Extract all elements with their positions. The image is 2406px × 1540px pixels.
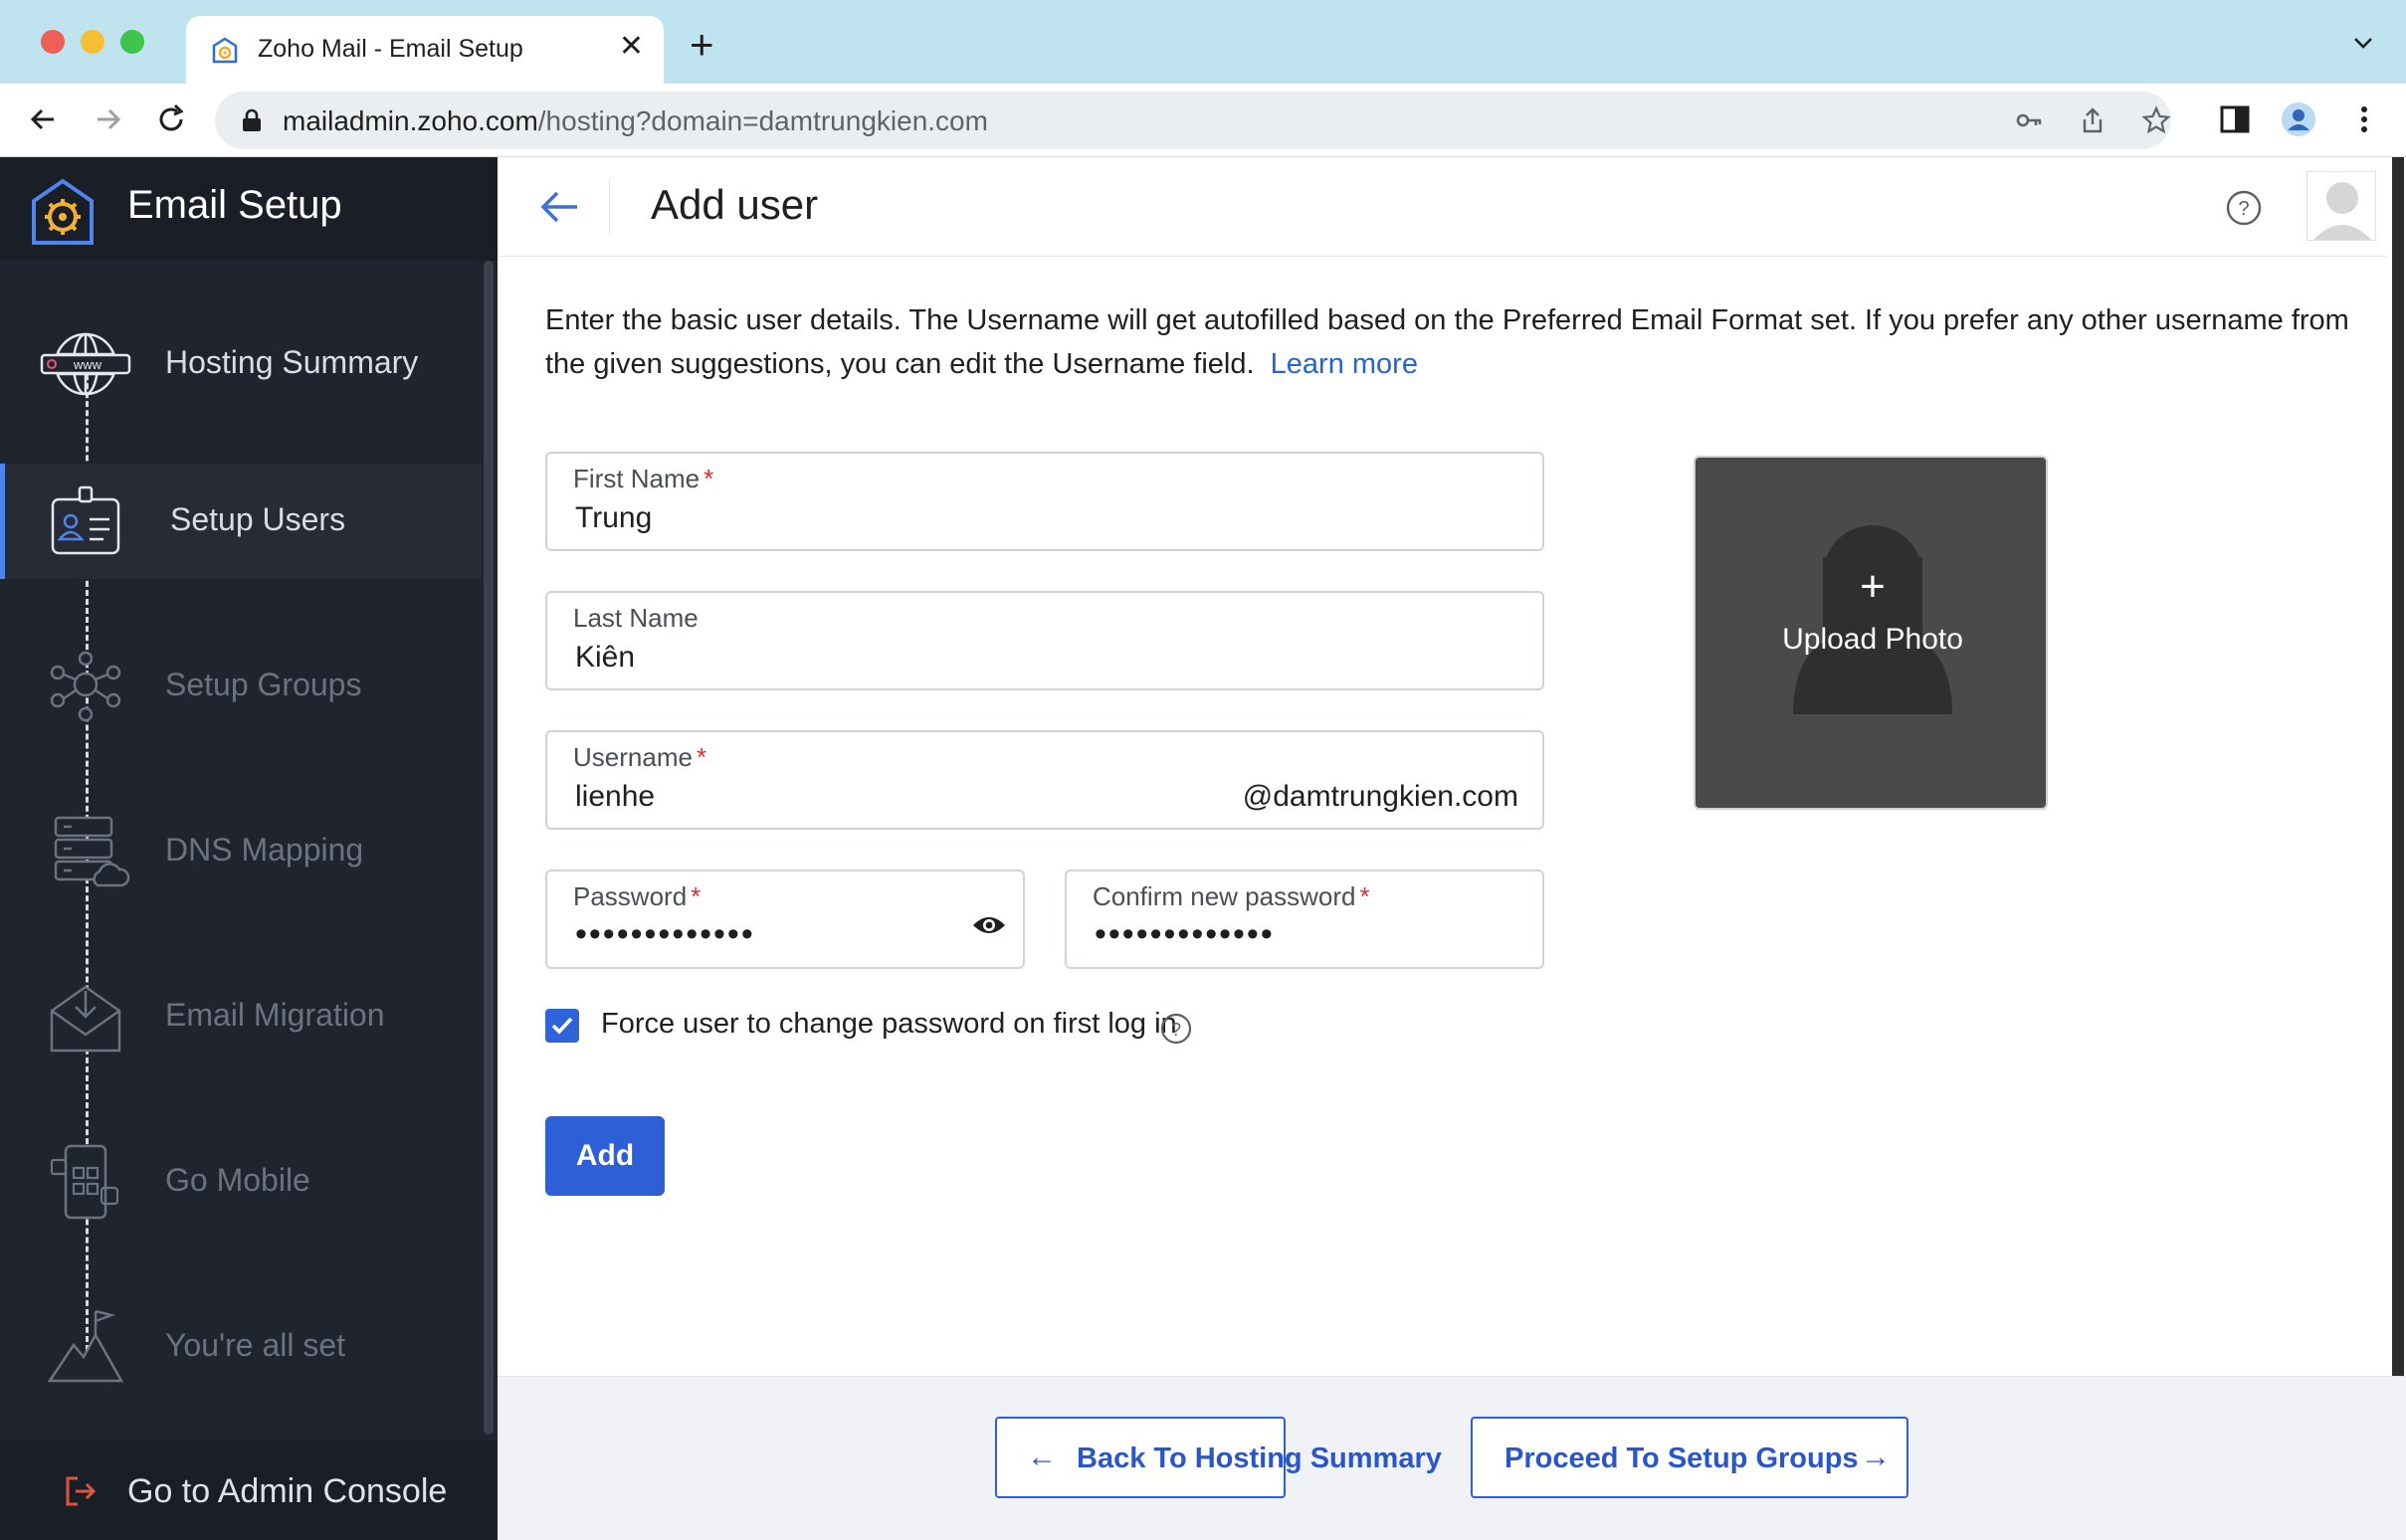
sidebar-item-all-set[interactable]: You're all set [0, 1289, 482, 1405]
upload-photo-label: Upload Photo [1782, 623, 1963, 656]
back-button-label: Back To Hosting Summary [1077, 1443, 1442, 1474]
sidebar-toggle-icon[interactable] [2217, 101, 2253, 137]
email-setup-logo-icon [32, 178, 94, 245]
last-name-field[interactable]: Last Name Kiên [545, 591, 1544, 690]
sidebar-item-dns-mapping[interactable]: DNS Mapping [0, 794, 482, 909]
svg-text:?: ? [1171, 1020, 1181, 1040]
envelope-download-icon [50, 985, 121, 1053]
back-arrow-icon[interactable] [537, 187, 581, 227]
learn-more-link[interactable]: Learn more [1271, 348, 1418, 380]
page-footer: ← Back To Hosting Summary Proceed To Set… [498, 1376, 2406, 1540]
kebab-menu-icon[interactable] [2346, 101, 2382, 137]
forward-icon[interactable] [88, 99, 127, 139]
confirm-password-label: Confirm new password * [1093, 881, 1370, 911]
page-title: Add user [651, 181, 819, 228]
window-close-button[interactable] [41, 30, 65, 54]
profile-avatar-icon[interactable] [2281, 101, 2316, 137]
proceed-to-setup-groups-button[interactable]: Proceed To Setup Groups → [1471, 1417, 1908, 1498]
server-cloud-icon [54, 816, 130, 887]
sidebar-item-label: Email Migration [165, 997, 385, 1033]
arrow-right-icon: → [1861, 1441, 1891, 1473]
password-label: Password * [573, 881, 702, 911]
sidebar-header: Email Setup [0, 157, 498, 261]
id-badge-icon [51, 485, 120, 555]
sidebar-item-label: DNS Mapping [165, 832, 364, 867]
add-button[interactable]: Add [545, 1116, 665, 1196]
confirm-password-field[interactable]: Confirm new password * ••••••••••••• [1065, 869, 1544, 969]
confirm-password-value[interactable]: ••••••••••••• [1095, 915, 1275, 954]
sidebar-item-hosting-summary[interactable]: www Hosting Summary [0, 306, 482, 422]
tab-title: Zoho Mail - Email Setup [258, 35, 523, 63]
first-name-label: First Name * [573, 464, 714, 493]
password-value[interactable]: ••••••••••••• [575, 915, 755, 954]
sidebar-title: Email Setup [127, 183, 342, 227]
svg-text:www: www [73, 357, 102, 372]
sidebar-item-email-migration[interactable]: Email Migration [0, 959, 482, 1074]
sidebar-item-setup-users[interactable]: Setup Users [0, 464, 482, 579]
tab-close-icon[interactable]: ✕ [619, 32, 644, 62]
group-network-icon [50, 651, 121, 722]
bookmark-star-icon[interactable] [2141, 105, 2171, 135]
svg-text:?: ? [2238, 198, 2249, 220]
window-zoom-button[interactable] [120, 30, 144, 54]
arrow-left-icon: ← [1027, 1441, 1057, 1473]
intro-text: Enter the basic user details. The Userna… [545, 304, 2349, 380]
force-change-checkbox[interactable] [545, 1009, 579, 1043]
header-divider [609, 179, 610, 235]
first-name-field[interactable]: First Name * Trung [545, 452, 1544, 551]
force-change-label[interactable]: Force user to change password on first l… [601, 1008, 1177, 1041]
admin-console-link[interactable]: Go to Admin Console [0, 1441, 498, 1540]
admin-console-label: Go to Admin Console [127, 1472, 448, 1510]
browser-tab-bar: Zoho Mail - Email Setup ✕ + [0, 0, 2406, 84]
username-label: Username * [573, 742, 707, 772]
proceed-button-label: Proceed To Setup Groups [1504, 1443, 1859, 1474]
browser-toolbar: mailadmin.zoho.com/hosting?domain=damtru… [0, 84, 2406, 157]
username-field[interactable]: Username * lienhe @damtrungkien.com [545, 730, 1544, 830]
globe-www-icon: www [40, 332, 131, 396]
mountain-flag-icon [47, 1309, 124, 1383]
avatar-silhouette-icon [2307, 172, 2375, 240]
sidebar-item-label: Setup Users [170, 501, 346, 537]
mobile-apps-icon [50, 1144, 119, 1220]
new-tab-button[interactable]: + [690, 24, 714, 66]
sidebar-item-label: Hosting Summary [165, 344, 419, 380]
chevron-down-icon[interactable] [2348, 28, 2378, 58]
checkmark-icon [551, 1017, 573, 1035]
lock-icon[interactable] [241, 108, 263, 132]
window-minimize-button[interactable] [81, 30, 104, 54]
question-circle-icon[interactable]: ? [1160, 1013, 1192, 1045]
last-name-label: Last Name [573, 603, 699, 633]
sidebar-scrollbar[interactable] [484, 261, 494, 1435]
plus-icon: + [1860, 562, 1886, 611]
browser-tab-active[interactable]: Zoho Mail - Email Setup ✕ [186, 16, 664, 84]
upload-photo-box[interactable]: + Upload Photo [1694, 456, 2048, 810]
sidebar-item-label: You're all set [165, 1327, 346, 1363]
main-content: Add user ? Enter the basic user details.… [498, 157, 2406, 1540]
last-name-value[interactable]: Kiên [575, 641, 635, 674]
help-icon[interactable]: ? [2225, 189, 2263, 227]
back-to-hosting-summary-button[interactable]: ← Back To Hosting Summary [995, 1417, 1442, 1498]
eye-icon[interactable] [971, 913, 1007, 937]
share-icon[interactable] [2078, 105, 2107, 135]
username-value[interactable]: lienhe [575, 780, 655, 814]
first-name-value[interactable]: Trung [575, 501, 652, 535]
sidebar-item-go-mobile[interactable]: Go Mobile [0, 1124, 482, 1240]
address-bar[interactable]: mailadmin.zoho.com/hosting?domain=damtru… [215, 92, 2171, 149]
domain-suffix: @damtrungkien.com [1242, 780, 1518, 813]
page-header: Add user ? [498, 157, 2388, 257]
setup-sidebar: Email Setup www Hosting Summary Setup Us… [0, 157, 498, 1540]
url-text[interactable]: mailadmin.zoho.com/hosting?domain=damtru… [283, 105, 988, 137]
sidebar-item-label: Go Mobile [165, 1162, 310, 1198]
sidebar-item-label: Setup Groups [165, 667, 362, 702]
exit-arrow-icon [66, 1476, 97, 1506]
user-avatar[interactable] [2306, 171, 2376, 241]
reload-icon[interactable] [151, 99, 191, 139]
main-scrollbar[interactable] [2392, 157, 2404, 1376]
password-field[interactable]: Password * ••••••••••••• [545, 869, 1025, 969]
key-icon[interactable] [2014, 105, 2044, 135]
sidebar-item-setup-groups[interactable]: Setup Groups [0, 629, 482, 744]
back-icon[interactable] [24, 99, 64, 139]
zoho-gear-favicon-icon [212, 37, 238, 64]
